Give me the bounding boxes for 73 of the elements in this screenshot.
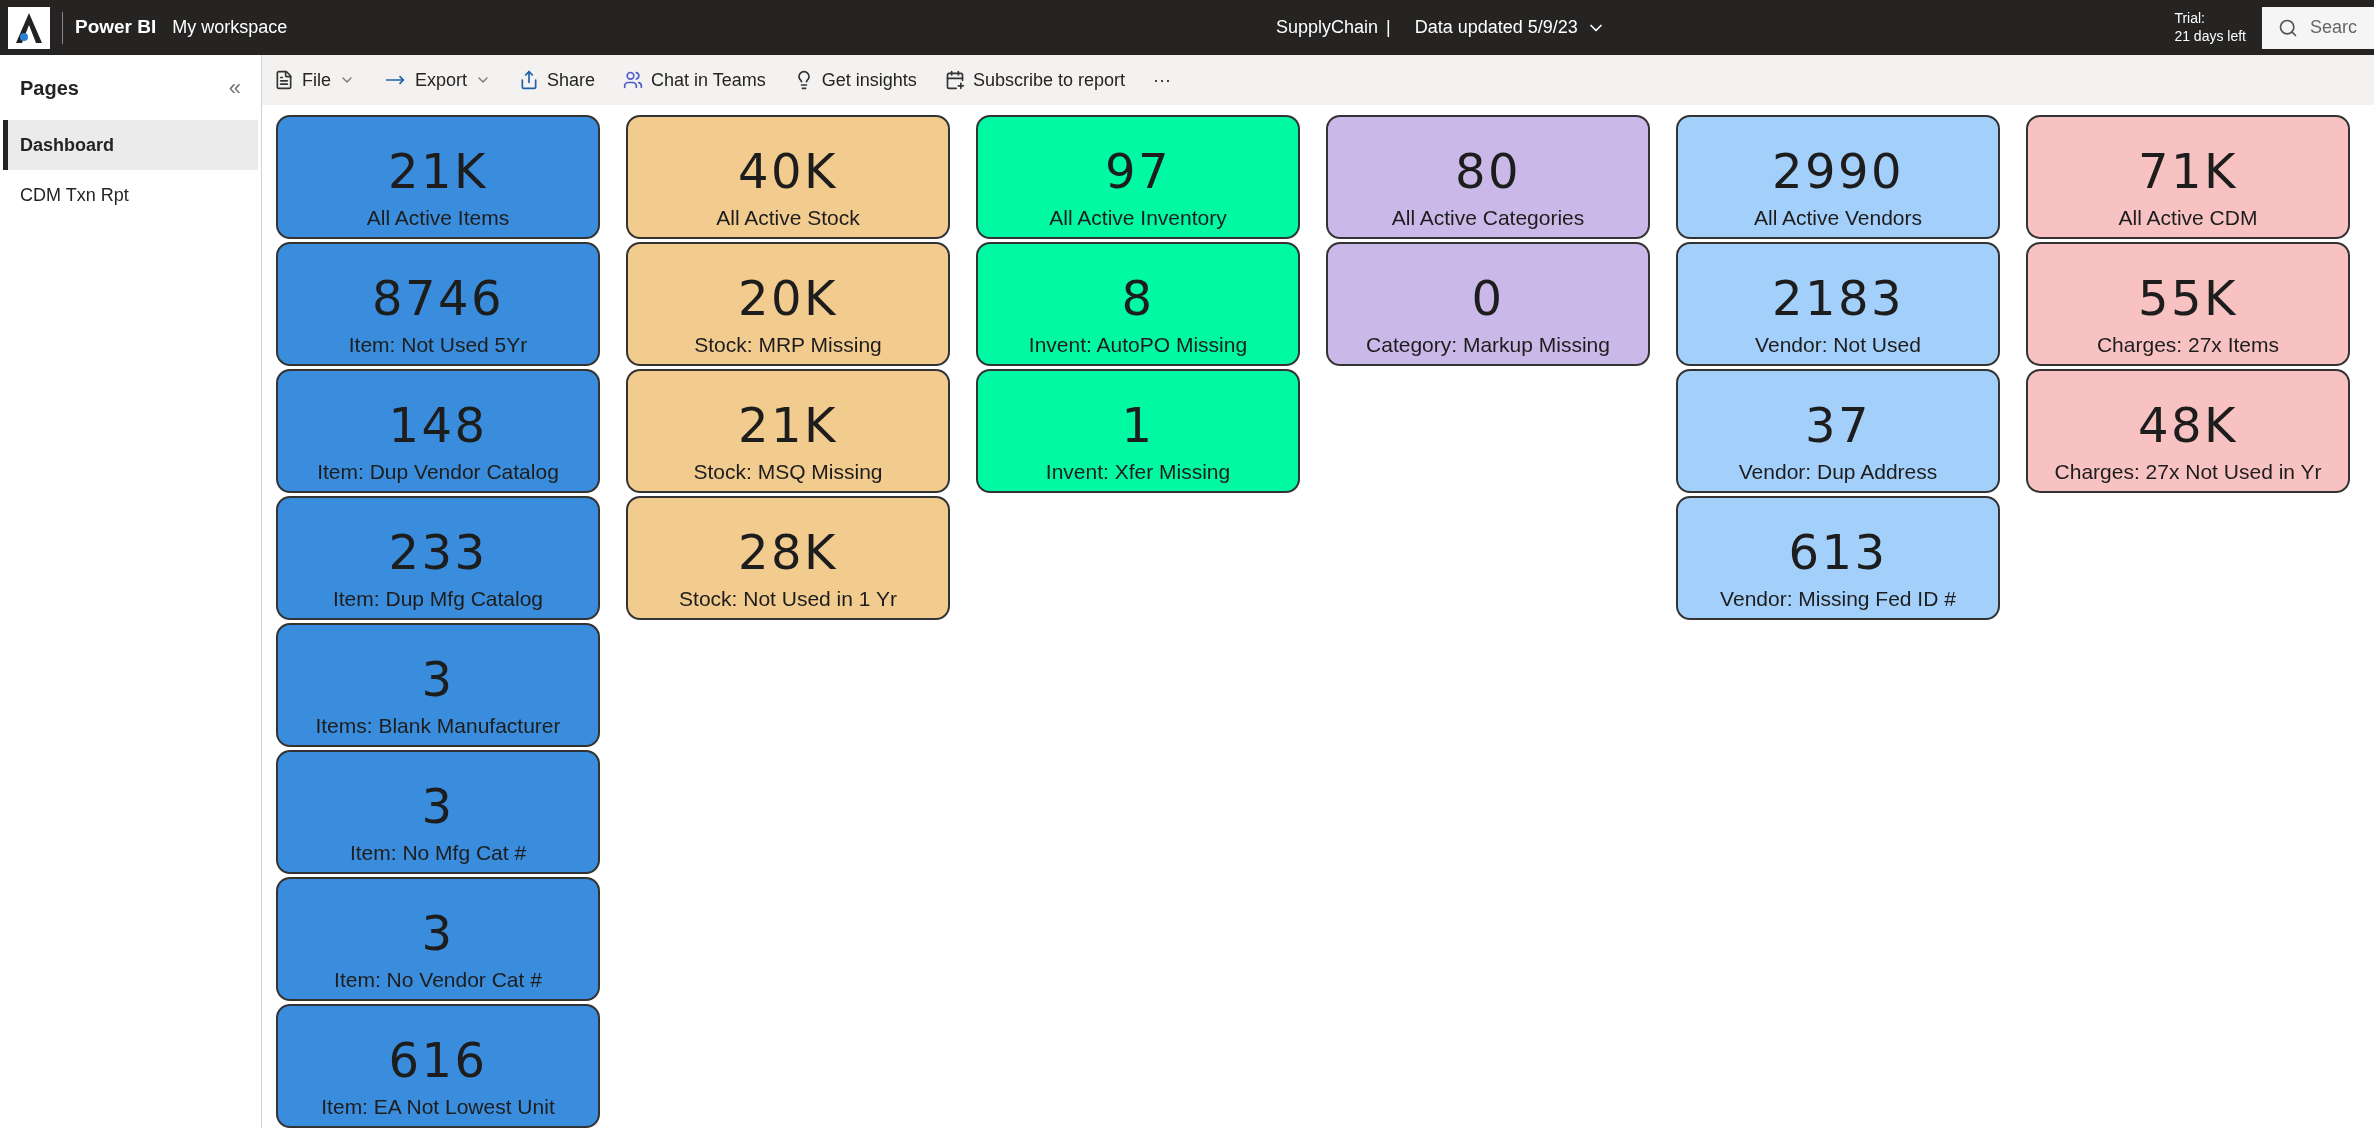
kpi-value: 80 bbox=[1455, 146, 1521, 195]
kpi-value: 2990 bbox=[1772, 146, 1904, 195]
kpi-label: Charges: 27x Items bbox=[2096, 331, 2280, 358]
kpi-value: 613 bbox=[1788, 527, 1888, 576]
calendar-plus-icon bbox=[944, 70, 965, 90]
report-name: SupplyChain bbox=[1275, 16, 1378, 39]
page-tab[interactable]: CDM Txn Rpt bbox=[3, 170, 258, 220]
kpi-label: Vendor: Not Used bbox=[1755, 331, 1921, 358]
kpi-value: 3 bbox=[421, 781, 455, 830]
kpi-label: Item: Not Used 5Yr bbox=[348, 331, 528, 358]
kpi-label: Item: Dup Mfg Catalog bbox=[332, 585, 544, 612]
kpi-label: Vendor: Dup Address bbox=[1738, 458, 1938, 485]
kpi-label: All Active Stock bbox=[716, 204, 860, 231]
kpi-value: 71K bbox=[2138, 146, 2238, 195]
separator: | bbox=[1386, 16, 1391, 39]
kpi-label: Item: No Mfg Cat # bbox=[349, 839, 527, 866]
collapse-button[interactable]: « bbox=[228, 71, 241, 104]
kpi-label: Charges: 27x Not Used in Yr bbox=[2054, 458, 2322, 485]
kpi-value: 28K bbox=[738, 527, 838, 576]
kpi-value: 55K bbox=[2138, 273, 2238, 322]
search-icon bbox=[2278, 17, 2298, 38]
toolbar-button[interactable]: Subscribe to report bbox=[944, 66, 1125, 94]
kpi-value: 1 bbox=[1121, 400, 1155, 449]
page-tab[interactable]: Dashboard bbox=[3, 120, 258, 170]
kpi-value: 616 bbox=[388, 1035, 488, 1084]
toolbar-button[interactable]: Export bbox=[383, 66, 492, 94]
kpi-label: Category: Markup Missing bbox=[1366, 331, 1610, 358]
kpi-label: Stock: Not Used in 1 Yr bbox=[679, 585, 897, 612]
trial-label: Trial: bbox=[2174, 10, 2206, 28]
app-name[interactable]: Power BI bbox=[75, 13, 157, 42]
kpi-value: 37 bbox=[1805, 400, 1871, 449]
kpi-label: Items: Blank Manufacturer bbox=[315, 712, 561, 739]
kpi-value: 21K bbox=[388, 146, 488, 195]
kpi-label: All Active CDM bbox=[2118, 204, 2258, 231]
workspace-link[interactable]: My workspace bbox=[172, 14, 288, 41]
kpi-label: Item: EA Not Lowest Unit bbox=[321, 1093, 555, 1120]
toolbar-button[interactable]: Share bbox=[519, 66, 596, 94]
kpi-label: Stock: MSQ Missing bbox=[693, 458, 883, 485]
kpi-label: Item: Dup Vendor Catalog bbox=[317, 458, 559, 485]
more-button[interactable]: ··· bbox=[1152, 66, 1171, 94]
kpi-value: 40K bbox=[738, 146, 838, 195]
kpi-value: 233 bbox=[388, 527, 488, 576]
kpi-label: All Active Vendors bbox=[1753, 204, 1923, 231]
kpi-label: Stock: MRP Missing bbox=[694, 331, 882, 358]
kpi-label: All Active Categories bbox=[1391, 204, 1585, 231]
kpi-value: 97 bbox=[1105, 146, 1171, 195]
kpi-label: All Active Items bbox=[366, 204, 510, 231]
kpi-value: 8746 bbox=[372, 273, 504, 322]
trial-days: 21 days left bbox=[2174, 27, 2246, 45]
kpi-value: 21K bbox=[738, 400, 838, 449]
document-icon bbox=[274, 70, 294, 90]
kpi-value: 20K bbox=[738, 273, 838, 322]
toolbar-button[interactable]: Get insights bbox=[793, 66, 917, 94]
kpi-value: 148 bbox=[388, 400, 488, 449]
kpi-label: Invent: Xfer Missing bbox=[1045, 458, 1231, 485]
kpi-value: 48K bbox=[2138, 400, 2238, 449]
app-logo-icon bbox=[8, 6, 50, 49]
kpi-value: 0 bbox=[1471, 273, 1505, 322]
toolbar-button[interactable]: Chat in Teams bbox=[623, 66, 766, 94]
sidebar-title: Pages bbox=[20, 75, 79, 101]
kpi-value: 2183 bbox=[1772, 273, 1904, 322]
kpi-value: 8 bbox=[1121, 273, 1155, 322]
kpi-value: 3 bbox=[421, 654, 455, 703]
kpi-label: Item: No Vendor Cat # bbox=[334, 966, 542, 993]
kpi-label: Vendor: Missing Fed ID # bbox=[1720, 585, 1956, 612]
kpi-label: All Active Inventory bbox=[1049, 204, 1227, 231]
search-field[interactable]: Searc bbox=[2262, 6, 2374, 49]
kpi-label: Invent: AutoPO Missing bbox=[1028, 331, 1248, 358]
people-icon bbox=[623, 70, 644, 90]
toolbar-button[interactable]: File bbox=[274, 66, 355, 94]
kpi-value: 3 bbox=[421, 908, 455, 957]
data-updated-dropdown[interactable]: Data updated 5/9/23 bbox=[1414, 14, 1606, 41]
share-icon bbox=[519, 70, 540, 90]
